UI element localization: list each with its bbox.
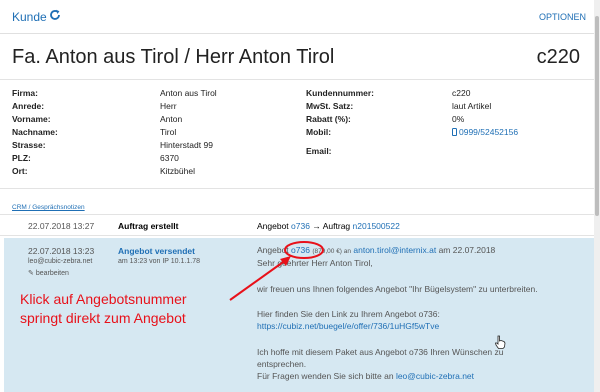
recipient-email-link[interactable]: anton.tirol@internix.at bbox=[353, 245, 436, 255]
event-title: Angebot versendet bbox=[118, 246, 195, 256]
event-date: 22.07.2018 13:27 bbox=[28, 221, 95, 231]
customer-code-heading: c220 bbox=[536, 46, 580, 68]
divider bbox=[0, 79, 594, 80]
event-subtitle: am 13:23 von IP 10.1.1.78 bbox=[118, 258, 200, 265]
edit-link[interactable]: ✎ bearbeiten bbox=[28, 269, 69, 277]
email-body-3a: Ich hoffe mit diesem Paket aus Angebot o… bbox=[257, 347, 504, 357]
scrollbar-thumb[interactable] bbox=[595, 16, 599, 216]
email-line: Angebot o736 (879,00 €) an anton.tirol@i… bbox=[257, 245, 496, 255]
offer-link[interactable]: o736 bbox=[291, 245, 310, 255]
customer-window: Kunde OPTIONEN Fa. Anton aus Tirol / Her… bbox=[0, 0, 594, 392]
refresh-icon[interactable] bbox=[48, 8, 62, 22]
sender-email-link[interactable]: leo@cubic-zebra.net bbox=[396, 371, 474, 381]
order-link[interactable]: n201500522 bbox=[353, 221, 400, 231]
offer-url-link[interactable]: https://cubiz.net/buegel/e/offer/736/1uH… bbox=[257, 321, 439, 331]
page-title: Kunde bbox=[12, 10, 47, 24]
history-row: 22.07.2018 13:27 Auftrag erstellt Angebo… bbox=[0, 214, 594, 236]
pencil-icon: ✎ bbox=[28, 270, 34, 277]
options-button[interactable]: OPTIONEN bbox=[539, 12, 586, 22]
email-body-2: Hier finden Sie den Link zu Ihrem Angebo… bbox=[257, 309, 440, 319]
mobile-link[interactable]: 0999/52452156 bbox=[459, 127, 518, 137]
crm-notes-link[interactable]: CRM / Gesprächsnotizen bbox=[12, 204, 85, 211]
email-greeting: Sehr geehrter Herr Anton Tirol, bbox=[257, 258, 373, 268]
event-title: Auftrag erstellt bbox=[118, 221, 179, 231]
arrow-icon: → bbox=[312, 221, 321, 231]
email-body-3b: entsprechen. bbox=[257, 359, 307, 369]
scrollbar[interactable] bbox=[594, 0, 600, 392]
offer-link[interactable]: o736 bbox=[291, 221, 310, 231]
event-date: 22.07.2018 13:23 bbox=[28, 246, 95, 256]
divider bbox=[0, 188, 594, 189]
annotation-text: Klick auf Angebotsnummer springt direkt … bbox=[20, 291, 187, 326]
email-body-4: Für Fragen wenden Sie sich bitte an leo@… bbox=[257, 371, 475, 381]
customer-name-heading: Fa. Anton aus Tirol / Herr Anton Tirol bbox=[12, 46, 335, 68]
hand-cursor-icon bbox=[494, 335, 506, 349]
phone-icon bbox=[452, 128, 457, 136]
event-description: Angebot o736 → Auftrag n201500522 bbox=[257, 221, 400, 231]
event-user: leo@cubic-zebra.net bbox=[28, 258, 93, 265]
email-body-1: wir freuen uns Ihnen folgendes Angebot "… bbox=[257, 284, 538, 294]
top-bar: Kunde OPTIONEN bbox=[0, 0, 594, 34]
